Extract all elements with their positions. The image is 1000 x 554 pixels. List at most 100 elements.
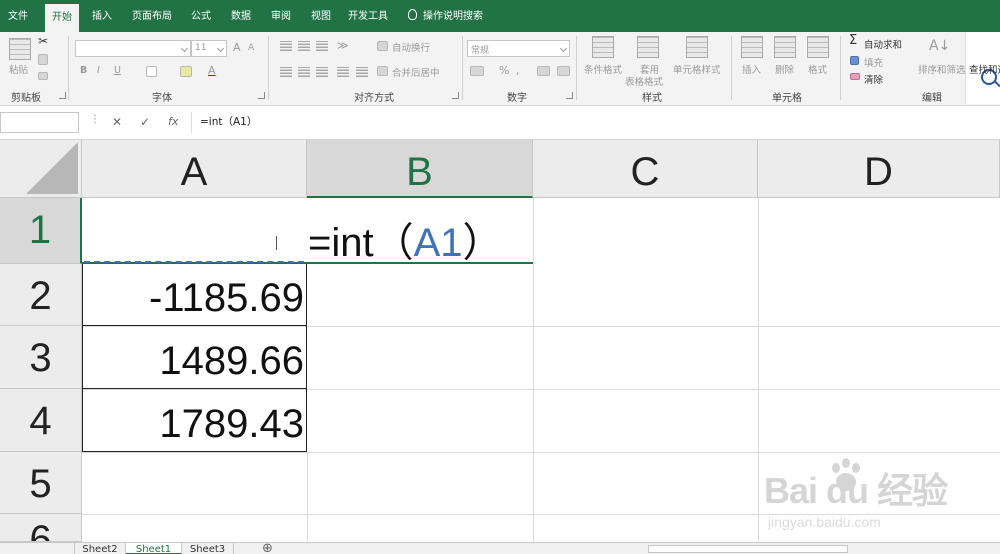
- shrink-font-icon[interactable]: A: [248, 43, 254, 53]
- currency-icon[interactable]: [470, 66, 484, 76]
- cell-a3[interactable]: 1489.66: [82, 339, 304, 384]
- name-box[interactable]: [0, 112, 79, 133]
- tell-me-search[interactable]: 操作说明搜索: [408, 0, 483, 32]
- alignment-launcher-icon[interactable]: [452, 92, 459, 99]
- increase-decimal-icon[interactable]: [537, 66, 550, 76]
- italic-button[interactable]: I: [97, 65, 100, 76]
- conditional-formatting-button[interactable]: 条件格式: [584, 62, 622, 76]
- font-launcher-icon[interactable]: [258, 92, 265, 99]
- align-top-icon[interactable]: [280, 41, 292, 51]
- font-size-select[interactable]: 11: [191, 40, 227, 57]
- cell-styles-button[interactable]: 单元格样式: [673, 62, 721, 76]
- cell-styles-icon[interactable]: [686, 36, 708, 58]
- clipboard-launcher-icon[interactable]: [59, 92, 66, 99]
- comma-style-icon[interactable]: ,: [516, 64, 520, 77]
- cut-icon[interactable]: ✂: [38, 34, 48, 48]
- insert-cells-button[interactable]: 插入: [742, 62, 761, 76]
- increase-indent-icon[interactable]: [356, 67, 368, 77]
- fill-color-icon[interactable]: [180, 66, 192, 77]
- fill-button[interactable]: 填充: [864, 55, 883, 69]
- row-header-3[interactable]: 3: [0, 326, 82, 389]
- sigma-icon[interactable]: Σ: [849, 33, 857, 48]
- align-right-icon[interactable]: [316, 67, 328, 77]
- tab-page-layout[interactable]: 页面布局: [127, 0, 177, 32]
- fill-down-icon[interactable]: [850, 56, 859, 65]
- clear-button[interactable]: 清除: [864, 72, 883, 86]
- percent-button[interactable]: %: [499, 64, 509, 77]
- tab-developer[interactable]: 开发工具: [344, 0, 392, 32]
- grow-font-icon[interactable]: A: [233, 41, 241, 54]
- number-launcher-icon[interactable]: [566, 92, 573, 99]
- copy-icon[interactable]: [38, 54, 48, 65]
- delete-cells-button[interactable]: 删除: [775, 62, 794, 76]
- select-all-corner[interactable]: [0, 140, 82, 198]
- sheet-tab-sheet3[interactable]: Sheet3: [182, 543, 234, 554]
- format-painter-icon[interactable]: [38, 72, 48, 80]
- lightbulb-icon: [408, 9, 417, 20]
- autosum-button[interactable]: 自动求和: [864, 37, 902, 51]
- group-label-font: 字体: [152, 93, 172, 104]
- format-cells-icon[interactable]: [807, 36, 829, 58]
- merge-center-button[interactable]: 合并后居中: [392, 65, 440, 79]
- active-cell-editor[interactable]: =int（A1）: [82, 198, 533, 265]
- sort-filter-icon[interactable]: A↓: [929, 38, 950, 54]
- cell-a4[interactable]: 1789.43: [82, 402, 304, 447]
- orientation-icon[interactable]: ≫: [337, 39, 349, 52]
- sort-filter-button[interactable]: 排序和筛选: [918, 62, 966, 76]
- underline-button[interactable]: U: [114, 65, 121, 76]
- insert-function-button[interactable]: fx: [168, 115, 178, 128]
- tab-review[interactable]: 审阅: [264, 0, 298, 32]
- cell-a2[interactable]: -1185.69: [82, 276, 304, 321]
- align-bottom-icon[interactable]: [316, 41, 328, 51]
- add-sheet-button[interactable]: ⊕: [262, 541, 273, 554]
- eraser-icon[interactable]: [850, 73, 860, 80]
- tab-file[interactable]: 文件: [0, 0, 36, 32]
- paste-icon[interactable]: [9, 38, 31, 60]
- ribbon-tab-bar: 文件 开始 插入 页面布局 公式 数据 审阅 视图 开发工具 操作说明搜索: [0, 0, 1000, 32]
- tab-view[interactable]: 视图: [304, 0, 338, 32]
- divider: [462, 36, 463, 100]
- format-as-table-icon[interactable]: [637, 36, 659, 58]
- paste-label: 粘贴: [9, 65, 29, 76]
- format-cells-button[interactable]: 格式: [808, 62, 827, 76]
- column-header-d[interactable]: D: [758, 140, 1000, 198]
- horizontal-scrollbar[interactable]: [648, 545, 848, 553]
- tab-formulas[interactable]: 公式: [184, 0, 218, 32]
- conditional-formatting-icon[interactable]: [592, 36, 614, 58]
- insert-cells-icon[interactable]: [741, 36, 763, 58]
- align-middle-icon[interactable]: [298, 41, 310, 51]
- row-header-5[interactable]: 5: [0, 452, 82, 514]
- text-cursor-icon: [276, 236, 277, 250]
- decrease-decimal-icon[interactable]: [557, 66, 570, 76]
- column-header-a[interactable]: A: [82, 140, 307, 198]
- tab-data[interactable]: 数据: [224, 0, 258, 32]
- row-header-6[interactable]: 6: [0, 514, 82, 542]
- borders-icon[interactable]: [146, 66, 157, 77]
- divider: [68, 36, 69, 100]
- font-color-icon[interactable]: A: [208, 64, 216, 77]
- decrease-indent-icon[interactable]: [337, 67, 349, 77]
- column-header-b[interactable]: B: [307, 140, 533, 198]
- column-header-c[interactable]: C: [533, 140, 758, 198]
- delete-cells-icon[interactable]: [774, 36, 796, 58]
- merge-center-icon[interactable]: [377, 66, 388, 76]
- tab-home[interactable]: 开始: [45, 4, 79, 32]
- cancel-button[interactable]: ✕: [112, 115, 122, 129]
- row-header-2[interactable]: 2: [0, 264, 82, 326]
- number-format-select[interactable]: 常规: [467, 40, 570, 57]
- sheet-tab-sheet2[interactable]: Sheet2: [74, 543, 126, 554]
- formula-input[interactable]: =int（A1）: [191, 112, 1000, 133]
- tab-insert[interactable]: 插入: [84, 0, 120, 32]
- format-as-table-line2[interactable]: 表格格式: [625, 74, 663, 88]
- wrap-text-icon[interactable]: [377, 41, 388, 51]
- wrap-text-button[interactable]: 自动换行: [392, 40, 430, 54]
- align-left-icon[interactable]: [280, 67, 292, 77]
- bold-button[interactable]: B: [80, 65, 87, 76]
- row-header-4[interactable]: 4: [0, 389, 82, 452]
- font-name-select[interactable]: [75, 40, 191, 57]
- sheet-tab-sheet1[interactable]: Sheet1: [126, 543, 182, 554]
- align-center-icon[interactable]: [298, 67, 310, 77]
- enter-button[interactable]: ✓: [140, 115, 150, 129]
- row-header-1[interactable]: 1: [0, 198, 82, 264]
- find-select-button[interactable]: 查找和选: [969, 62, 1000, 76]
